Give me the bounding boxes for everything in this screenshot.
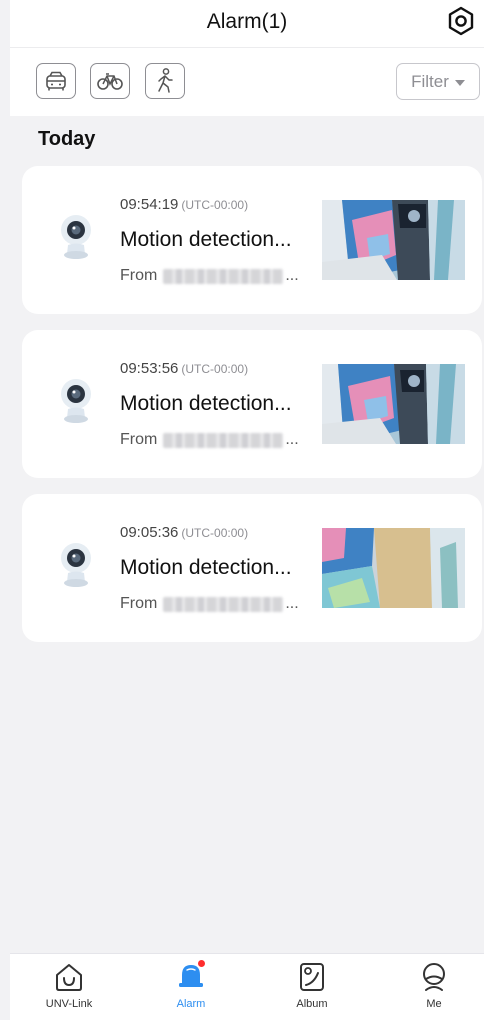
tab-label: UNV-Link [45,998,93,1010]
app-frame: Alarm(1) Filter Today 09:54:19 (UTC-00:0… [10,0,484,1020]
alarm-title: Motion detection... [120,228,292,251]
tab-me[interactable]: Me [384,960,484,1018]
section-title: Today [38,128,96,150]
timezone-label: (UTC-00:00) [181,526,249,540]
bicycle-icon [97,73,123,90]
timezone-label: (UTC-00:00) [181,362,249,376]
car-icon [46,71,66,91]
alarm-title: Motion detection... [120,392,292,415]
blurred-device-name [163,596,284,612]
walking-person-icon [158,68,173,93]
blurred-device-name [163,432,284,448]
tab-label: Alarm [176,998,206,1010]
tab-label: Me [426,998,442,1010]
bottom-tab-bar: UNV-Link Alarm Album Me [10,953,484,1020]
snapshot-thumbnail[interactable] [322,364,465,444]
camera-icon [61,543,91,587]
tab-album[interactable]: Album [262,960,362,1018]
timezone-label: (UTC-00:00) [181,198,249,212]
tab-alarm[interactable]: Alarm [141,960,241,1018]
alarm-bell-icon [175,960,207,994]
page-title: Alarm(1) [206,10,288,33]
alarm-time: 09:53:56 (UTC-00:00) [120,360,248,377]
alarm-time: 09:05:36 (UTC-00:00) [120,524,248,541]
alarm-time-value: 09:05:36 [120,524,179,541]
alarm-time-value: 09:54:19 [120,196,179,213]
vehicle-filter-button[interactable] [36,63,76,99]
tab-unv-link[interactable]: UNV-Link [19,960,119,1018]
filter-dropdown[interactable]: Filter [396,63,480,100]
alarm-time-value: 09:53:56 [120,360,179,377]
source-ellipsis: ... [285,595,299,612]
user-icon [418,960,450,994]
source-ellipsis: ... [285,267,299,284]
bicycle-filter-button[interactable] [90,63,130,99]
alarm-source: From ... [120,430,310,450]
camera-icon [61,379,91,423]
alarm-card[interactable]: 09:05:36 (UTC-00:00) Motion detection... … [22,494,482,642]
alarm-time: 09:54:19 (UTC-00:00) [120,196,248,213]
from-label: From [120,267,158,284]
header: Alarm(1) Filter [10,0,484,116]
from-label: From [120,595,158,612]
header-divider [10,47,484,48]
settings-button[interactable] [446,6,476,36]
notification-badge [198,960,205,967]
alarm-title: Motion detection... [120,556,292,579]
from-label: From [120,431,158,448]
blurred-device-name [163,268,284,284]
alarm-card[interactable]: 09:53:56 (UTC-00:00) Motion detection... … [22,330,482,478]
source-ellipsis: ... [285,431,299,448]
camera-icon [61,215,91,259]
alarm-source: From ... [120,266,310,286]
alarm-source: From ... [120,594,310,614]
tab-label: Album [296,998,328,1010]
settings-hex-icon [448,6,474,36]
home-icon [53,960,85,994]
person-filter-button[interactable] [145,63,185,99]
snapshot-thumbnail[interactable] [322,200,465,280]
alarm-card[interactable]: 09:54:19 (UTC-00:00) Motion detection... … [22,166,482,314]
filter-label: Filter [411,71,449,91]
caret-down-icon [454,79,465,86]
snapshot-thumbnail[interactable] [322,528,465,608]
album-icon [296,960,328,994]
